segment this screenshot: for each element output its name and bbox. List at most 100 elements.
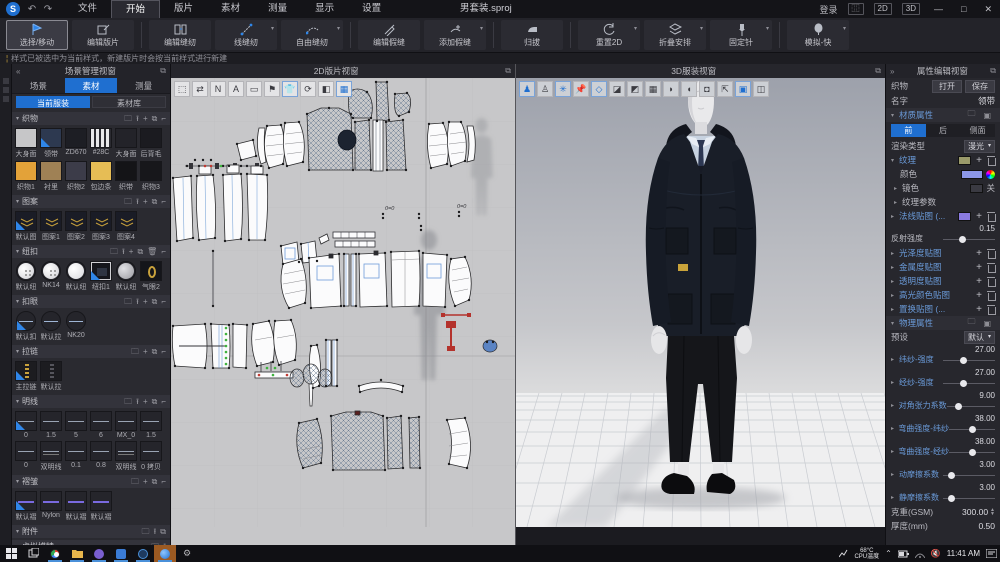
copy-icon[interactable]: ⧉ xyxy=(137,245,143,258)
layout-split-button[interactable]: ⿲ xyxy=(848,3,864,15)
ribbon-free-sew-button[interactable]: 自由缝纫▾ xyxy=(281,20,343,50)
expand-map-icon[interactable]: ▸ xyxy=(891,264,897,271)
expand-slider-icon[interactable]: ▸ xyxy=(891,471,897,478)
folder-icon[interactable]: 🗀 xyxy=(131,475,139,488)
material-thumbnail[interactable] xyxy=(90,211,112,231)
dropdown-caret-icon[interactable]: ▾ xyxy=(700,25,703,32)
texture-swatch[interactable] xyxy=(958,156,971,165)
section-header-褶皱[interactable]: ▾褶皱🗀+⧉⌐ xyxy=(12,475,170,488)
slider-track[interactable] xyxy=(949,448,995,456)
material-thumbnail[interactable] xyxy=(40,211,62,231)
material-thumbnail[interactable] xyxy=(15,161,37,181)
app-logo-icon[interactable]: S xyxy=(6,2,20,16)
menu-文件[interactable]: 文件 xyxy=(64,0,111,18)
material-item[interactable]: 0.1 xyxy=(65,441,87,472)
collapsed-side-strip[interactable] xyxy=(0,64,12,545)
folder-icon[interactable]: 🗀 xyxy=(141,525,149,538)
material-thumbnail[interactable] xyxy=(90,411,112,431)
expand-slider-icon[interactable]: ▸ xyxy=(891,402,897,409)
material-item[interactable]: Nylon xyxy=(40,491,62,522)
mirror-icon[interactable]: ⇄ xyxy=(192,81,208,97)
map-delete-icon[interactable] xyxy=(987,263,995,272)
material-item[interactable]: 默认拉 xyxy=(40,311,62,342)
section-collapse-icon[interactable]: ▾ xyxy=(16,115,19,122)
material-thumbnail[interactable] xyxy=(15,441,37,461)
weight-value[interactable]: 300.00 xyxy=(962,507,988,517)
slider-knob[interactable] xyxy=(960,380,967,387)
material-item[interactable]: #28C xyxy=(90,128,112,159)
expand-normal-map-icon[interactable]: ▸ xyxy=(891,213,897,220)
material-item[interactable]: 默认图 xyxy=(15,211,37,242)
skeleton-icon[interactable]: ✳ xyxy=(555,81,571,97)
section-collapse-icon[interactable]: ▾ xyxy=(16,478,19,485)
ribbon-edit-sew-button[interactable]: 编辑缝纫 xyxy=(149,20,211,50)
material-thumbnail[interactable] xyxy=(15,211,37,231)
expand-specular-icon[interactable]: ▸ xyxy=(894,185,900,192)
plus-icon[interactable]: + xyxy=(143,345,148,358)
folder-icon[interactable]: 🗀 xyxy=(124,112,132,125)
network-icon[interactable] xyxy=(915,550,925,558)
ribbon-add-baste-button[interactable]: 添加假缝▾ xyxy=(424,20,486,50)
app-dark-icon[interactable] xyxy=(132,545,154,562)
section-collapse-icon[interactable]: ▾ xyxy=(16,198,19,205)
map-delete-icon[interactable] xyxy=(987,305,995,314)
material-thumbnail[interactable] xyxy=(40,491,62,511)
material-thumbnail[interactable] xyxy=(140,161,162,181)
material-item[interactable]: 0 xyxy=(15,411,37,439)
cube-view-icon[interactable]: ◇ xyxy=(591,81,607,97)
expand-slider-icon[interactable]: ▸ xyxy=(891,379,897,386)
copy-icon[interactable]: ⧉ xyxy=(152,345,158,358)
undo-icon[interactable]: ↶ xyxy=(24,4,40,15)
material-item[interactable]: 大身面 xyxy=(115,128,137,159)
weight-stepper[interactable]: ▲▼ xyxy=(990,508,995,516)
material-item[interactable]: 默认拉 xyxy=(40,361,62,392)
garment-back-icon[interactable]: ◩ xyxy=(627,81,643,97)
corner-icon[interactable]: ⌐ xyxy=(161,475,166,488)
slider-track[interactable] xyxy=(943,494,995,502)
collapse-panel-icon[interactable]: « xyxy=(12,67,24,76)
color-swatch[interactable] xyxy=(961,170,983,179)
avatar-show-icon[interactable]: ♟ xyxy=(519,81,535,97)
material-item[interactable]: 默认褶 xyxy=(15,491,37,522)
map-add-icon[interactable]: + xyxy=(976,276,982,287)
material-item[interactable]: NK20 xyxy=(65,311,87,342)
material-thumbnail[interactable] xyxy=(115,161,137,181)
battery-icon[interactable] xyxy=(898,550,909,558)
expand-map-icon[interactable]: ▸ xyxy=(891,278,897,285)
ribbon-fold-arrange-button[interactable]: 折叠安排▾ xyxy=(644,20,706,50)
open-button[interactable]: 打开 xyxy=(932,80,962,93)
material-thumbnail[interactable] xyxy=(140,261,162,281)
material-item[interactable]: 纽扣1 xyxy=(90,261,112,292)
physics-folder-icon[interactable]: 🗀 xyxy=(963,316,979,330)
dressform-icon[interactable]: ♙ xyxy=(537,81,553,97)
material-thumbnail[interactable] xyxy=(40,128,62,148)
material-thumbnail[interactable] xyxy=(15,128,37,148)
reflect-slider[interactable] xyxy=(943,235,995,243)
view3d-popout-icon[interactable]: ⧉ xyxy=(871,66,885,76)
subtab-当前服装[interactable]: 当前服装 xyxy=(16,96,90,108)
subtab-素材库[interactable]: 素材库 xyxy=(92,96,166,108)
material-item[interactable]: 图案3 xyxy=(90,211,112,242)
expand-slider-icon[interactable]: ▸ xyxy=(891,356,897,363)
dropdown-caret-icon[interactable]: ▾ xyxy=(634,25,637,32)
material-item[interactable]: 0 拷贝 xyxy=(140,441,162,472)
ruler-flag-icon[interactable]: ⚑ xyxy=(264,81,280,97)
section-header-纽扣[interactable]: ▾纽扣🗀⭱+⧉🗑⌐ xyxy=(12,245,170,258)
normal-map-swatch[interactable] xyxy=(958,212,971,221)
style3d-app-icon[interactable] xyxy=(154,545,176,562)
name-value[interactable]: 领带 xyxy=(978,95,995,107)
tray-expand-icon[interactable]: ⌃ xyxy=(885,549,892,558)
material-thumbnail[interactable] xyxy=(15,411,37,431)
dropdown-caret-icon[interactable]: ▾ xyxy=(271,25,274,32)
grain-n-icon[interactable]: N xyxy=(210,81,226,97)
ribbon-line-sew-button[interactable]: 线缝纫▾ xyxy=(215,20,277,50)
material-thumbnail[interactable] xyxy=(90,128,112,148)
material-thumbnail[interactable] xyxy=(65,491,87,511)
copy-icon[interactable]: ⧉ xyxy=(152,112,158,125)
material-thumbnail[interactable] xyxy=(41,311,61,331)
dropdown-caret-icon[interactable]: ▾ xyxy=(843,25,846,32)
collapse-material-icon[interactable]: ▾ xyxy=(891,112,897,119)
material-item[interactable]: 织物2 xyxy=(65,161,87,192)
tab-测量[interactable]: 测量 xyxy=(117,78,170,93)
cpu-temp-indicator[interactable]: 68°CCPU温度 xyxy=(854,548,879,560)
